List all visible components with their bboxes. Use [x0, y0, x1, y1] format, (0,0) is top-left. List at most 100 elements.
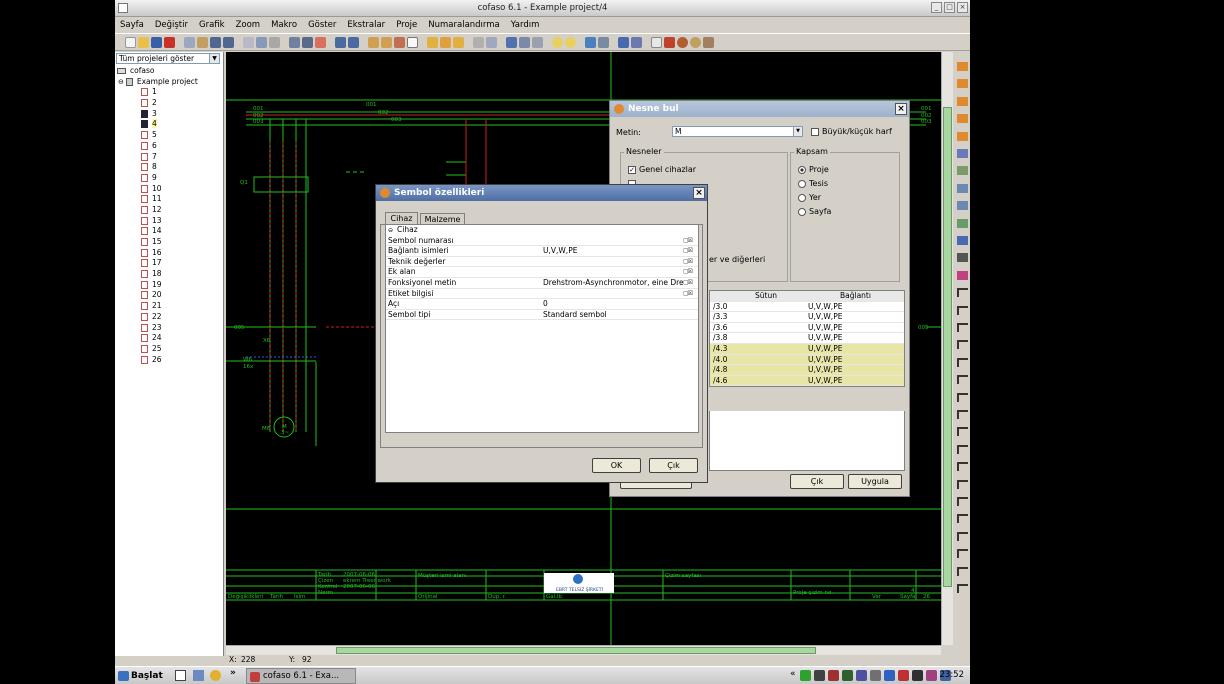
property-edit-icon[interactable]: ▢☒ [683, 268, 696, 276]
t-junction-icon[interactable] [957, 427, 968, 437]
result-row[interactable]: /3.6 U,V,W,PE [710, 323, 904, 334]
print-icon[interactable] [269, 36, 280, 48]
quicklaunch-icon[interactable] [210, 670, 221, 681]
tray-icon[interactable] [898, 670, 909, 681]
arrow-icon[interactable] [957, 166, 968, 176]
arc-icon[interactable] [957, 549, 968, 559]
quicklaunch-more-icon[interactable]: » [230, 668, 236, 678]
property-value[interactable]: Drehstrom-Asynchronmotor, eine Dreh [543, 278, 683, 289]
corner-icon[interactable] [957, 357, 968, 367]
property-row[interactable]: Fonksiyonel metin Drehstrom-Asynchronmoto… [386, 278, 698, 289]
window-icon[interactable] [585, 36, 596, 48]
copy-icon[interactable] [184, 36, 195, 48]
tree-page-9[interactable]: 9 [115, 173, 224, 184]
tree-page-6[interactable]: 6 [115, 141, 224, 152]
tray-icon[interactable] [814, 670, 825, 681]
page-icon[interactable] [957, 62, 968, 71]
show-desktop-icon[interactable] [175, 670, 186, 681]
tree-page-16[interactable]: 16 [115, 248, 224, 259]
page-icon[interactable] [957, 79, 968, 89]
new-file-icon[interactable] [125, 36, 136, 48]
tree-page-3[interactable]: 3 [115, 109, 224, 120]
property-edit-icon[interactable]: ▢☒ [683, 247, 696, 255]
cross-icon[interactable] [957, 444, 968, 454]
tree-page-19[interactable]: 19 [115, 280, 224, 291]
quicklaunch-icon[interactable] [193, 670, 204, 681]
tray-icon[interactable] [828, 670, 839, 681]
scope-yer-radio[interactable]: Yer [798, 193, 821, 202]
t-junction-icon[interactable] [957, 392, 968, 402]
property-value[interactable]: Standard sembol [543, 310, 683, 321]
apply-button[interactable]: Uygula [848, 474, 902, 489]
menu-numaralandirma[interactable]: Numaralandırma [428, 20, 500, 30]
zoom-window-icon[interactable] [407, 36, 418, 48]
pen-icon[interactable] [957, 183, 968, 193]
bulb-icon[interactable] [552, 36, 563, 48]
brush-icon[interactable] [957, 201, 968, 211]
tree-page-14[interactable]: 14 [115, 226, 224, 237]
tree-page-10[interactable]: 10 [115, 184, 224, 195]
lock-icon[interactable] [302, 36, 313, 48]
settings-icon[interactable] [289, 36, 300, 48]
tray-expand-icon[interactable]: « [790, 669, 796, 679]
find-close-button[interactable]: Çık [790, 474, 844, 489]
text-icon[interactable] [957, 584, 968, 593]
property-value[interactable]: 0 [543, 299, 683, 310]
paste-icon[interactable] [197, 36, 208, 48]
search-text-input[interactable]: M ▼ [672, 126, 803, 137]
undo-icon[interactable] [335, 36, 346, 48]
close-icon[interactable]: × [693, 187, 705, 199]
corner-icon[interactable] [957, 305, 968, 315]
symbol-icon[interactable] [473, 36, 484, 48]
tray-icon[interactable] [856, 670, 867, 681]
property-edit-icon[interactable]: ▢☒ [683, 258, 696, 266]
tree-project[interactable]: ⊖ Example project [115, 77, 224, 88]
menu-zoom[interactable]: Zoom [236, 20, 261, 30]
property-edit-icon[interactable]: ▢☒ [683, 290, 696, 298]
open-folder-icon[interactable] [138, 36, 149, 48]
tree-page-11[interactable]: 11 [115, 194, 224, 205]
expand-icon[interactable]: ⊖ [118, 78, 124, 86]
macro-save-icon[interactable] [453, 36, 464, 48]
obj-device-checkbox[interactable]: ✓ Genel cihazlar [628, 165, 696, 174]
property-group[interactable]: ⊖ Cihaz [386, 225, 698, 236]
property-row[interactable]: Teknik değerler ▢☒ [386, 257, 698, 268]
corner-icon[interactable] [957, 340, 968, 350]
polyline-icon[interactable] [957, 566, 968, 576]
tree-page-13[interactable]: 13 [115, 216, 224, 227]
menu-degistir[interactable]: Değiştir [155, 20, 188, 30]
tree-page-21[interactable]: 21 [115, 301, 224, 312]
tree-page-5[interactable]: 5 [115, 130, 224, 141]
zoom-in-icon[interactable] [368, 36, 379, 48]
tree-page-8[interactable]: 8 [115, 162, 224, 173]
macro-icon[interactable] [427, 36, 438, 48]
report-icon[interactable] [651, 36, 662, 48]
result-row[interactable]: /4.6 U,V,W,PE [710, 375, 904, 387]
page-properties-icon[interactable] [243, 36, 254, 48]
result-row[interactable]: /3.8 U,V,W,PE [710, 333, 904, 344]
tray-icon[interactable] [800, 670, 811, 681]
minimize-button[interactable]: _ [931, 2, 942, 13]
tray-icon[interactable] [884, 670, 895, 681]
layers-icon[interactable] [618, 36, 629, 48]
terminal-icon[interactable] [690, 36, 701, 48]
scope-tesis-radio[interactable]: Tesis [798, 179, 828, 188]
tree-page-23[interactable]: 23 [115, 323, 224, 334]
project-filter-select[interactable]: Tüm projeleri göster ▼ [116, 53, 220, 64]
ellipse-icon[interactable] [957, 514, 968, 524]
cancel-button[interactable]: Çık [649, 458, 698, 473]
wire-icon[interactable] [486, 36, 497, 48]
result-row[interactable]: /3.0 U,V,W,PE [710, 302, 904, 313]
bom-icon[interactable] [664, 36, 675, 48]
save-icon[interactable] [151, 36, 162, 48]
tree-page-1[interactable]: 1 [115, 87, 224, 98]
tree-page-18[interactable]: 18 [115, 269, 224, 280]
property-row[interactable]: Etiket bilgisi ▢☒ [386, 289, 698, 300]
property-row[interactable]: Bağlantı isimleri U,V,W,PE ▢☒ [386, 246, 698, 257]
table-icon[interactable] [532, 36, 543, 48]
text-icon[interactable] [519, 36, 530, 48]
cross-ref-icon[interactable] [631, 36, 642, 48]
tree-root[interactable]: cofaso [115, 66, 224, 77]
t-junction-icon[interactable] [957, 375, 968, 385]
tool-icon[interactable] [957, 218, 968, 228]
